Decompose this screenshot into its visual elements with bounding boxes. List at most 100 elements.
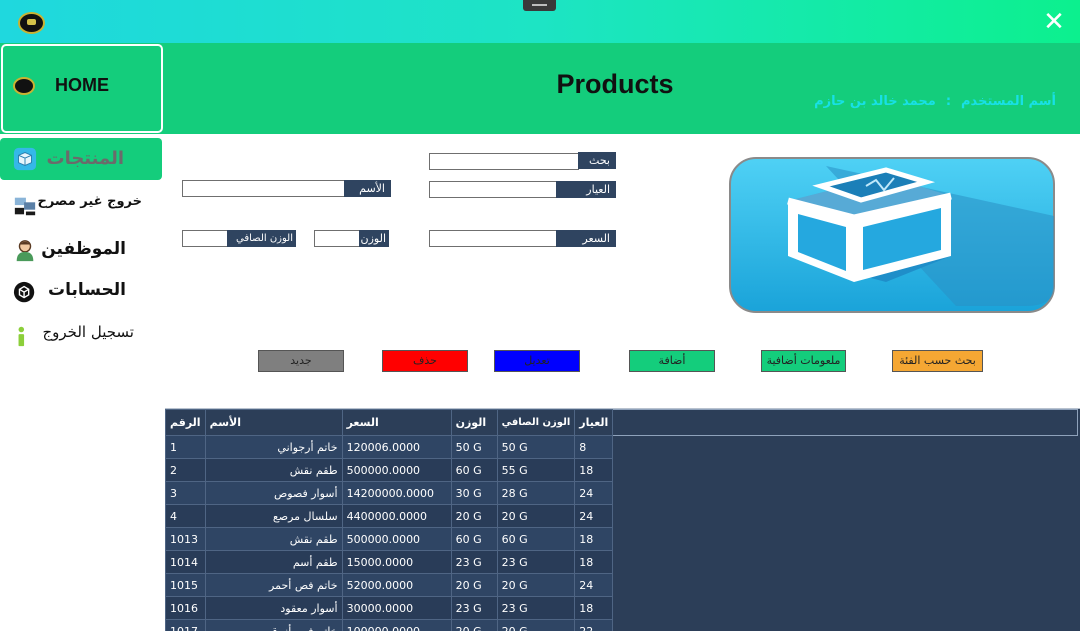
cell-weight[interactable]: 20 G <box>450 504 498 528</box>
cell-price[interactable]: 30000.0000 <box>341 596 452 620</box>
column-header-caliber[interactable]: العيار <box>574 409 614 436</box>
table-row[interactable]: 1014 طقم أسم 15000.0000 23 G 23 G 18 <box>165 550 614 574</box>
net-weight-input[interactable] <box>182 230 228 247</box>
accounts-icon <box>13 281 35 303</box>
cell-id[interactable]: 4 <box>165 504 206 528</box>
cell-caliber[interactable]: 24 <box>574 504 614 528</box>
cell-price[interactable]: 52000.0000 <box>341 573 452 597</box>
table-row[interactable]: 1016 أسوار معقود 30000.0000 23 G 23 G 18 <box>165 596 614 620</box>
price-input[interactable] <box>429 230 557 247</box>
cell-price[interactable]: 4400000.0000 <box>341 504 452 528</box>
cell-weight[interactable]: 20 G <box>450 619 498 631</box>
cell-caliber[interactable]: 18 <box>574 527 614 551</box>
sidebar-item-label: الموظفين <box>41 239 126 259</box>
cell-weight[interactable]: 20 G <box>450 573 498 597</box>
table-row[interactable]: 2 طقم نقش 500000.0000 60 G 55 G 18 <box>165 458 614 482</box>
cell-name[interactable]: أسوار معقود <box>204 596 343 620</box>
cell-caliber[interactable]: 24 <box>574 573 614 597</box>
sidebar-item-employees[interactable]: الموظفين <box>0 230 162 272</box>
products-grid[interactable]: الرقم الأسم السعر الوزن الوزن الصافي الع… <box>165 408 1080 631</box>
cell-price[interactable]: 14200000.0000 <box>341 481 452 505</box>
edit-button[interactable]: تعديل <box>494 350 580 372</box>
cell-price[interactable]: 120006.0000 <box>341 435 452 459</box>
products-table: الرقم الأسم السعر الوزن الوزن الصافي الع… <box>165 409 614 631</box>
cell-weight[interactable]: 60 G <box>450 527 498 551</box>
cell-name[interactable]: طقم نقش <box>204 527 343 551</box>
cell-net-weight[interactable]: 23 G <box>496 596 576 620</box>
table-row[interactable]: 1013 طقم نقش 500000.0000 60 G 60 G 18 <box>165 527 614 551</box>
cell-id[interactable]: 1014 <box>165 550 206 574</box>
cell-price[interactable]: 500000.0000 <box>341 458 452 482</box>
column-header-name[interactable]: الأسم <box>204 409 343 436</box>
cell-caliber[interactable]: 22 <box>574 619 614 631</box>
cell-price[interactable]: 500000.0000 <box>341 527 452 551</box>
cell-id[interactable]: 1017 <box>165 619 206 631</box>
sidebar-item-products[interactable]: المنتجات <box>0 138 162 180</box>
cell-name[interactable]: خاتم فص أزرق <box>204 619 343 631</box>
table-row[interactable]: 1015 خاتم فص أحمر 52000.0000 20 G 20 G 24 <box>165 573 614 597</box>
exit-icon <box>14 197 36 216</box>
cell-name[interactable]: أسوار فصوص <box>204 481 343 505</box>
new-button[interactable]: جديد <box>258 350 344 372</box>
title-bar: ✕ <box>0 0 1080 43</box>
name-input[interactable] <box>182 180 345 197</box>
cell-caliber[interactable]: 18 <box>574 550 614 574</box>
column-header-price[interactable]: السعر <box>341 409 452 436</box>
search-input[interactable] <box>429 153 579 170</box>
home-button[interactable]: HOME <box>1 44 163 133</box>
close-button[interactable]: ✕ <box>1040 9 1068 37</box>
info-icon <box>18 326 25 347</box>
column-header-id[interactable]: الرقم <box>165 409 206 436</box>
cell-caliber[interactable]: 8 <box>574 435 614 459</box>
cell-net-weight[interactable]: 23 G <box>496 550 576 574</box>
table-row[interactable]: 3 أسوار فصوص 14200000.0000 30 G 28 G 24 <box>165 481 614 505</box>
delete-button[interactable]: حذف <box>382 350 468 372</box>
cell-caliber[interactable]: 18 <box>574 596 614 620</box>
cell-weight[interactable]: 50 G <box>450 435 498 459</box>
cell-net-weight[interactable]: 55 G <box>496 458 576 482</box>
column-header-weight[interactable]: الوزن <box>450 409 498 436</box>
product-image <box>729 157 1055 313</box>
cell-weight[interactable]: 60 G <box>450 458 498 482</box>
grid-header-filler <box>593 409 1078 436</box>
cell-net-weight[interactable]: 60 G <box>496 527 576 551</box>
cell-net-weight[interactable]: 20 G <box>496 619 576 631</box>
search-by-category-button[interactable]: بحث حسب الفئة <box>892 350 983 372</box>
sidebar-item-unauthorized-exit[interactable]: خروج غير مصرح <box>0 184 162 226</box>
cell-id[interactable]: 2 <box>165 458 206 482</box>
cell-id[interactable]: 1015 <box>165 573 206 597</box>
caliber-input[interactable] <box>429 181 557 198</box>
table-row[interactable]: 1017 خاتم فص أزرق 100000.0000 20 G 20 G 22 <box>165 619 614 631</box>
cell-name[interactable]: سلسال مرصع <box>204 504 343 528</box>
sidebar-item-logout[interactable]: تسجيل الخروج <box>0 314 162 356</box>
table-row[interactable]: 1 خاتم أرجواني 120006.0000 50 G 50 G8 <box>165 435 614 459</box>
user-name: محمد خالد بن حازم <box>814 94 936 109</box>
cell-net-weight[interactable]: 20 G <box>496 573 576 597</box>
weight-input[interactable] <box>314 230 360 247</box>
cell-name[interactable]: خاتم فص أحمر <box>204 573 343 597</box>
column-header-net-weight[interactable]: الوزن الصافي <box>496 409 576 436</box>
cell-id[interactable]: 1013 <box>165 527 206 551</box>
sidebar-item-accounts[interactable]: الحسابات <box>0 271 162 313</box>
cell-caliber[interactable]: 18 <box>574 458 614 482</box>
extra-info-button[interactable]: ملعومات أضافية <box>761 350 846 372</box>
cell-name[interactable]: طقم أسم <box>204 550 343 574</box>
weight-label: الوزن <box>359 230 389 247</box>
cell-id[interactable]: 1 <box>165 435 206 459</box>
cell-id[interactable]: 3 <box>165 481 206 505</box>
cell-id[interactable]: 1016 <box>165 596 206 620</box>
cell-net-weight[interactable]: 28 G <box>496 481 576 505</box>
table-row[interactable]: 4 سلسال مرصع 4400000.0000 20 G 20 G 24 <box>165 504 614 528</box>
cell-caliber[interactable]: 24 <box>574 481 614 505</box>
cell-price[interactable]: 100000.0000 <box>341 619 452 631</box>
cell-net-weight[interactable]: 50 G <box>496 435 576 459</box>
cell-weight[interactable]: 23 G <box>450 550 498 574</box>
window-grip-handle[interactable] <box>523 0 556 11</box>
cell-price[interactable]: 15000.0000 <box>341 550 452 574</box>
cell-name[interactable]: طقم نقش <box>204 458 343 482</box>
cell-weight[interactable]: 30 G <box>450 481 498 505</box>
cell-net-weight[interactable]: 20 G <box>496 504 576 528</box>
cell-name[interactable]: خاتم أرجواني <box>204 435 343 459</box>
add-button[interactable]: أضافة <box>629 350 715 372</box>
cell-weight[interactable]: 23 G <box>450 596 498 620</box>
